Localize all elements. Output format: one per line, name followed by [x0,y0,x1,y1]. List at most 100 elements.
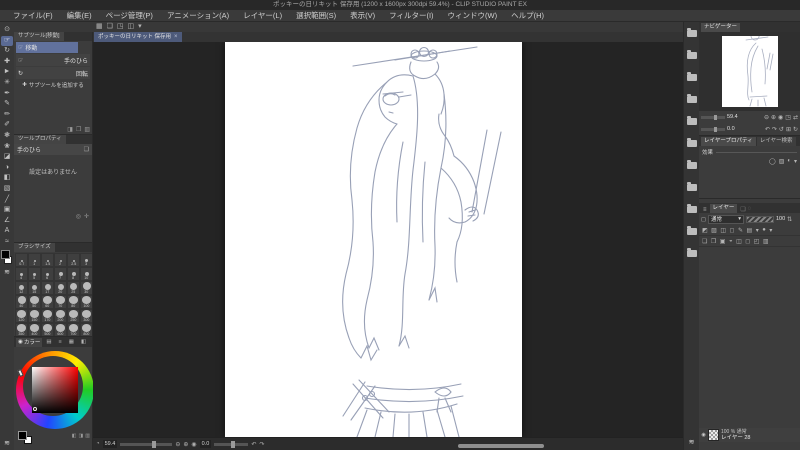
tool-button[interactable]: ╱ [1,195,13,206]
close-tab-icon[interactable]: × [174,32,178,42]
menu-item[interactable]: ファイル(F) [6,10,60,21]
brush-size-cell[interactable]: 2 [54,253,67,267]
rotate-control-icon[interactable]: ↷ [259,441,264,448]
brush-size-cell[interactable]: 4 [15,267,28,281]
color-footer-icon[interactable]: ◧ [72,433,77,439]
navigator-rotate-icon[interactable]: ↶ [765,126,770,133]
foreground-color-swatch[interactable] [18,431,27,440]
saturation-value-square[interactable] [32,367,78,413]
navigator-zoom-icon[interactable]: ⊖ [764,114,769,121]
layer-toolbar-icon[interactable]: ▾ [756,227,759,234]
tool-button[interactable]: ◧ [1,173,13,184]
layer-command-icon[interactable]: ▣ [720,238,726,245]
hidden-palette-icon[interactable]: ≋ [4,439,10,447]
navigator-rotate-icon[interactable]: ↺ [779,126,784,133]
layer-panel-tab[interactable]: レイヤー [709,204,738,213]
material-folder-icon[interactable] [686,182,697,191]
navigator-zoom-icon[interactable]: ⇄ [793,114,798,121]
brush-size-cell[interactable]: 12 [15,281,28,295]
layer-toolbar-icon[interactable]: ▾ [769,227,772,234]
brush-size-cell[interactable]: 200 [54,309,67,323]
menu-item[interactable]: ページ管理(P) [99,10,160,21]
navigator-zoom-slider[interactable] [701,114,725,120]
color-footer-icon[interactable]: ◨ [79,433,84,439]
brush-size-cell[interactable]: 500 [41,323,54,336]
navigator-zoom-icon[interactable]: ◳ [785,114,791,121]
navigator-rotate-icon[interactable]: ⊞ [786,126,791,133]
tool-property-tab[interactable]: ツールプロパティ [14,135,66,144]
tool-button[interactable]: ✳ [1,78,13,89]
layer-command-icon[interactable]: ◰ [754,238,760,245]
layer-property-tab[interactable]: レイヤー検索 [756,137,796,146]
brush-size-cell[interactable]: 20 [54,281,67,295]
material-folder-icon[interactable] [686,160,697,169]
brush-size-cell[interactable]: 60 [41,295,54,309]
material-folder-icon[interactable] [686,226,697,235]
brush-size-cell[interactable]: 1.5 [41,253,54,267]
hidden-palette-icon[interactable]: ≋ [4,268,10,276]
layer-thumbnail[interactable] [708,429,719,441]
brush-size-cell[interactable]: 50 [28,295,41,309]
menu-item[interactable]: アニメーション(A) [160,10,236,21]
panel-menu-icon[interactable]: ≡ [701,207,709,213]
tool-button[interactable]: ≈ [1,237,13,248]
tool-button[interactable]: ⊙ [1,25,13,36]
horizontal-scrollbar-thumb[interactable] [458,444,544,448]
brush-size-cell[interactable]: 600 [54,323,67,336]
rotate-slider[interactable] [214,440,249,448]
zoom-control-icon[interactable]: ◉ [191,441,196,448]
layer-toolbar-icon[interactable]: ◻ [730,227,735,234]
color-panel-tab[interactable]: ≡ [57,338,65,347]
color-panel-tab[interactable]: ▦ [67,338,77,347]
brush-size-cell[interactable]: 120 [15,309,28,323]
layer-toolbar-icon[interactable]: ◫ [720,227,726,234]
layer-command-icon[interactable]: ◫ [736,238,742,245]
tool-button[interactable]: ► [1,67,13,78]
layer-toolbar-icon[interactable]: ▤ [747,227,753,234]
material-folder-icon[interactable] [686,248,697,257]
effect-icon[interactable]: ▨ [779,158,785,165]
navigator-tab[interactable]: ナビゲーター [701,23,741,32]
brush-size-cell[interactable]: 2.5 [67,253,80,267]
command-bar-icon[interactable]: ▦ [96,22,103,32]
menu-item[interactable]: 選択範囲(S) [289,10,343,21]
brush-size-cell[interactable]: 150 [28,309,41,323]
tool-button[interactable]: ✒ [1,89,13,100]
layer-toolbar-icon[interactable]: ● [762,227,766,233]
brush-size-cell[interactable]: 3 [80,253,92,267]
color-panel-tab[interactable]: ▤ [44,338,54,347]
effect-icon[interactable]: ◐ [787,158,791,165]
tool-button[interactable]: ❀ [1,142,13,153]
tool-button[interactable]: ✏ [1,110,13,121]
tool-property-footer-icon[interactable]: ✛ [84,213,89,220]
tool-button[interactable]: ✎ [1,99,13,110]
navigator-rotate-icon[interactable]: ↻ [793,126,798,133]
brush-size-cell[interactable]: 0.7 [15,253,28,267]
foreground-color-swatch[interactable] [1,250,10,260]
layer-command-icon[interactable]: ❐ [711,238,716,245]
menu-item[interactable]: レイヤー(L) [236,10,289,21]
add-subtool-button[interactable]: ✚ サブツールを追加する [14,79,92,91]
tool-button[interactable]: ∠ [1,216,13,227]
layer-command-icon[interactable]: ◒ [729,238,733,244]
layer-row[interactable]: ◉ ✎ ▾▸ ▨ 100 % 通常 レイヤー 28 [699,428,800,442]
tool-button[interactable]: ▧ [1,184,13,195]
brush-size-cell[interactable]: 25 [67,281,80,295]
zoom-slider[interactable] [120,440,173,448]
subtool-item[interactable]: ☞ 手のひら [16,54,90,66]
color-panel-tab[interactable]: ◉ カラー [16,337,43,347]
brush-size-cell[interactable]: 5 [28,267,41,281]
opacity-slider[interactable] [745,215,774,223]
subtool-panel-tab[interactable]: サブツール[移動] [14,32,64,41]
tool-button[interactable]: ◑ [1,163,13,174]
hidden-palette-icon[interactable]: ≋ [689,438,695,446]
navigator-thumbnail[interactable] [721,31,778,107]
brush-size-cell[interactable]: 8 [67,267,80,281]
material-folder-icon[interactable] [686,50,697,59]
tool-button[interactable]: ✚ [1,57,13,68]
opacity-spinner[interactable]: ⇅ [787,216,792,223]
subtool-footer-icon[interactable]: ◨ [67,126,73,133]
blend-mode-dropdown[interactable]: 通常 ▾ [707,214,744,224]
subtool-footer-icon[interactable]: ▥ [84,126,90,133]
brush-size-tab[interactable]: ブラシサイズ [14,243,55,252]
